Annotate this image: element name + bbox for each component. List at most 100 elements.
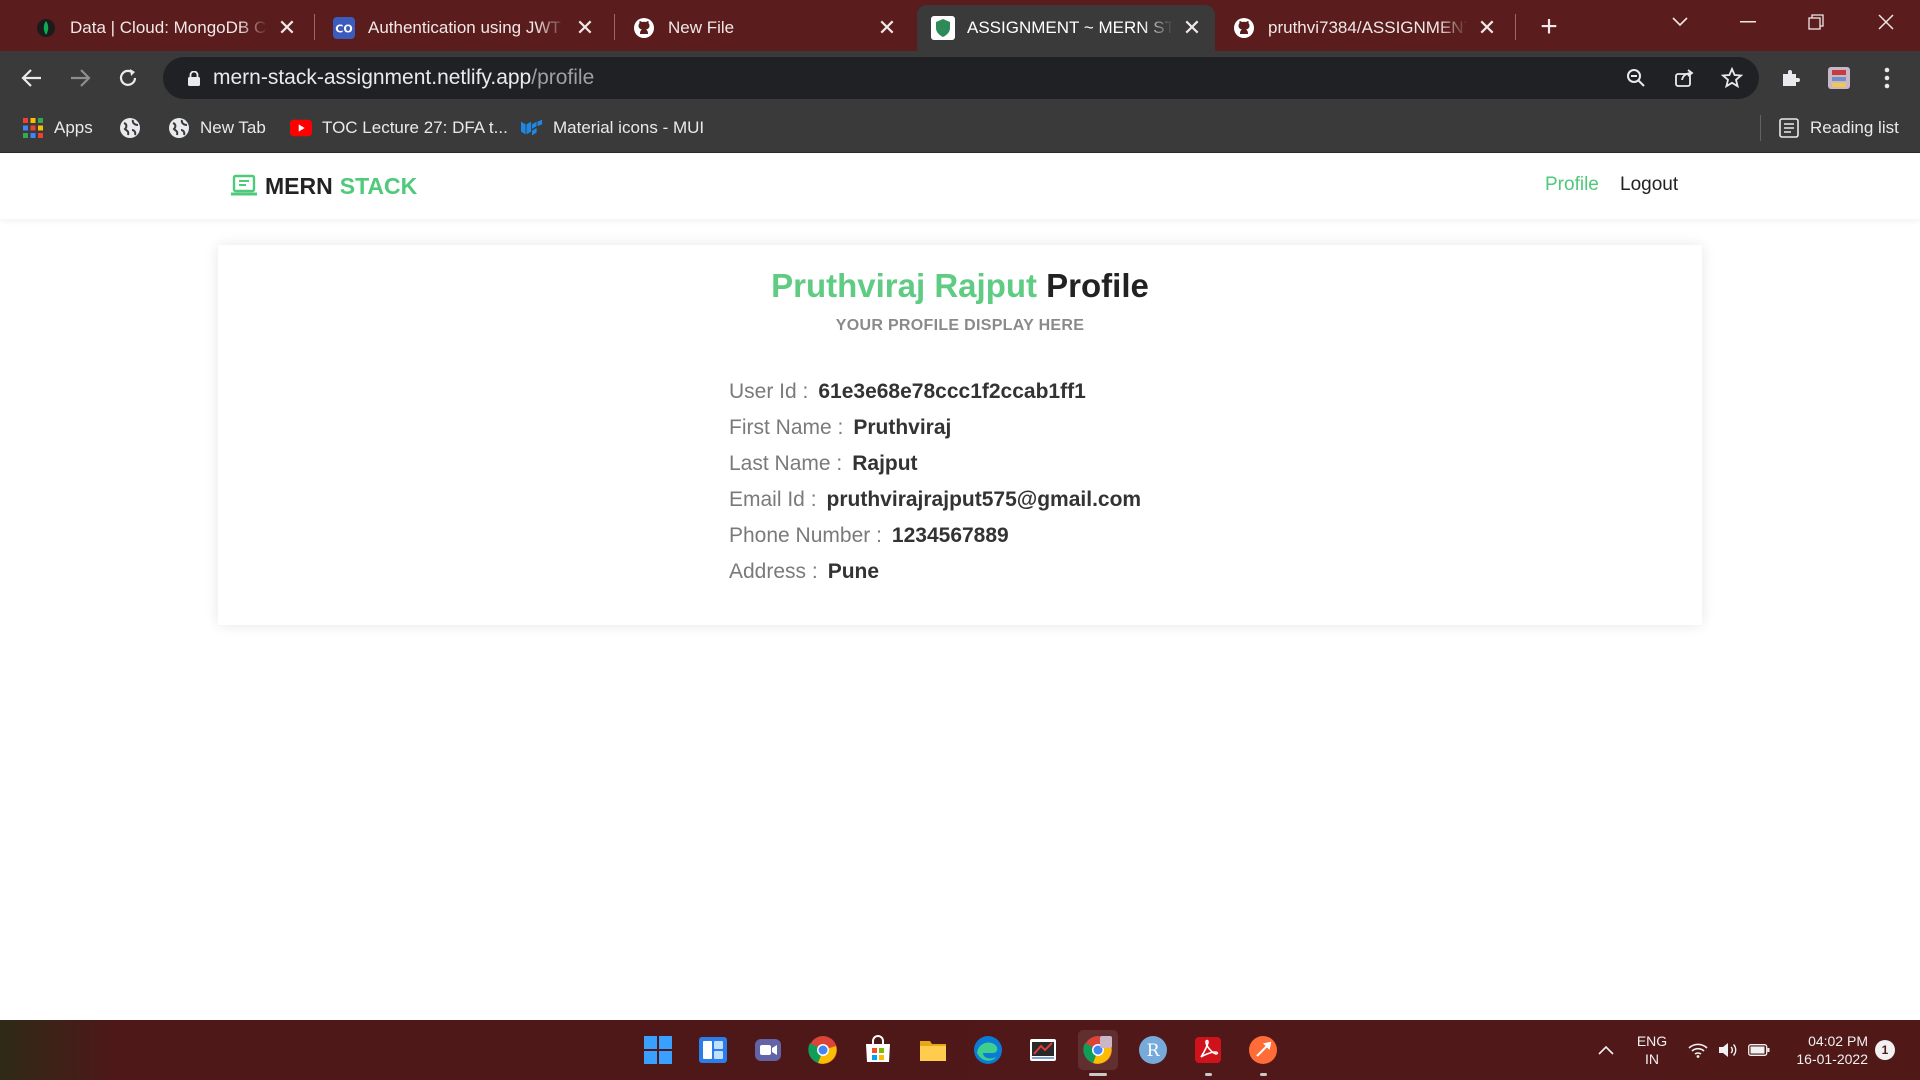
wifi-icon[interactable] bbox=[1688, 1020, 1708, 1080]
reload-icon[interactable] bbox=[108, 58, 148, 98]
close-tab-icon[interactable]: ✕ bbox=[876, 15, 898, 40]
profile-fields: User Id : 61e3e68e78ccc1f2ccab1ff1 First… bbox=[729, 374, 1141, 590]
profile-card: Pruthviraj Rajput Profile YOUR PROFILE D… bbox=[218, 245, 1702, 625]
github-icon bbox=[632, 16, 656, 40]
close-tab-icon[interactable]: ✕ bbox=[1181, 15, 1203, 40]
lock-icon[interactable] bbox=[179, 63, 209, 93]
tab-title: New File bbox=[668, 18, 735, 37]
new-tab-plus-icon[interactable]: + bbox=[1532, 10, 1566, 44]
tab-assignment-active[interactable]: ASSIGNMENT ~ MERN STACK ✕ bbox=[917, 5, 1215, 51]
field-value: 1234567889 bbox=[891, 524, 1009, 547]
globe-icon bbox=[119, 117, 141, 139]
chrome-icon[interactable] bbox=[803, 1030, 843, 1070]
region-code: IN bbox=[1645, 1051, 1659, 1067]
notification-badge[interactable]: 1 bbox=[1875, 1040, 1895, 1060]
reading-list-icon bbox=[1778, 117, 1800, 139]
system-clock[interactable]: 04:02 PM 16-01-2022 bbox=[1780, 1032, 1868, 1068]
tab-title: ASSIGNMENT ~ MERN STACK bbox=[967, 18, 1173, 37]
browser-toolbar: mern-stack-assignment.netlify.app/profil… bbox=[0, 51, 1920, 105]
field-value: pruthvirajrajput575@gmail.com bbox=[826, 488, 1142, 511]
tab-search-chevron-icon[interactable] bbox=[1650, 0, 1710, 44]
minimize-icon[interactable] bbox=[1718, 0, 1778, 44]
tab-jwt-auth[interactable]: CO Authentication using JWT in ✕ bbox=[318, 5, 608, 51]
field-label: Phone Number : bbox=[729, 524, 882, 547]
site-brand[interactable]: MERN STACK bbox=[230, 172, 417, 200]
nav-profile-link[interactable]: Profile bbox=[1545, 174, 1599, 196]
close-tab-icon[interactable]: ✕ bbox=[574, 15, 596, 40]
browser-tab-strip: Data | Cloud: MongoDB Cloud ✕ CO Authent… bbox=[0, 0, 1920, 51]
file-explorer-icon[interactable] bbox=[913, 1030, 953, 1070]
windows-start-icon[interactable] bbox=[638, 1030, 678, 1070]
field-value: 61e3e68e78ccc1f2ccab1ff1 bbox=[818, 380, 1086, 403]
bookmark-material-icons[interactable]: Material icons - MUI bbox=[521, 105, 704, 151]
profile-subtitle: YOUR PROFILE DISPLAY HERE bbox=[835, 317, 1085, 334]
nav-logout-link[interactable]: Logout bbox=[1620, 174, 1678, 196]
tab-mongodb[interactable]: Data | Cloud: MongoDB Cloud ✕ bbox=[20, 5, 310, 51]
chrome-menu-icon[interactable] bbox=[1870, 61, 1904, 95]
zoom-magnifier-icon[interactable] bbox=[1621, 63, 1651, 93]
tab-separator bbox=[1515, 14, 1516, 40]
url-path: /profile bbox=[531, 66, 595, 89]
field-value: Pune bbox=[827, 560, 880, 583]
edge-icon[interactable] bbox=[968, 1030, 1008, 1070]
acrobat-icon[interactable] bbox=[1188, 1030, 1228, 1070]
share-icon[interactable] bbox=[1669, 63, 1699, 93]
profile-avatar-icon[interactable] bbox=[1822, 61, 1856, 95]
field-email: Email Id : pruthvirajrajput575@gmail.com bbox=[729, 482, 1141, 518]
battery-icon[interactable] bbox=[1748, 1020, 1770, 1080]
svg-text:R: R bbox=[1147, 1041, 1161, 1061]
reading-list-button[interactable]: Reading list bbox=[1778, 105, 1899, 151]
extensions-puzzle-icon[interactable] bbox=[1774, 61, 1808, 95]
microsoft-store-icon[interactable] bbox=[858, 1030, 898, 1070]
field-value: Pruthviraj bbox=[853, 416, 952, 439]
url-text: mern-stack-assignment.netlify.app/profil… bbox=[213, 57, 594, 99]
profile-user-name: Pruthviraj Rajput bbox=[771, 267, 1037, 304]
teams-chat-icon[interactable] bbox=[748, 1030, 788, 1070]
bookmark-label: Material icons - MUI bbox=[553, 118, 705, 137]
back-arrow-icon[interactable] bbox=[12, 58, 52, 98]
bookmark-label: TOC Lecture 27: DFA t... bbox=[322, 118, 508, 137]
globe-icon bbox=[168, 117, 190, 139]
postman-icon[interactable] bbox=[1243, 1030, 1283, 1070]
tab-new-file[interactable]: New File ✕ bbox=[618, 5, 910, 51]
clock-time: 04:02 PM bbox=[1808, 1033, 1868, 1049]
clock-date: 16-01-2022 bbox=[1796, 1051, 1868, 1067]
chrome-profile-icon[interactable] bbox=[1078, 1030, 1118, 1070]
widgets-icon[interactable] bbox=[693, 1030, 733, 1070]
running-indicator bbox=[1089, 1073, 1107, 1076]
close-window-icon[interactable] bbox=[1856, 0, 1916, 44]
mongodb-leaf-icon bbox=[34, 16, 58, 40]
input-language[interactable]: ENG IN bbox=[1632, 1032, 1672, 1068]
language-code: ENG bbox=[1636, 1033, 1668, 1049]
tray-chevron-up-icon[interactable] bbox=[1598, 1020, 1614, 1080]
reading-list-label: Reading list bbox=[1810, 118, 1899, 137]
field-address: Address : Pune bbox=[729, 554, 1141, 590]
bookmark-apps[interactable]: Apps bbox=[22, 105, 93, 151]
restore-icon[interactable] bbox=[1786, 0, 1846, 44]
laptop-icon bbox=[230, 172, 258, 200]
tab-separator bbox=[314, 14, 315, 40]
field-label: Address : bbox=[729, 560, 818, 583]
volume-icon[interactable] bbox=[1718, 1020, 1738, 1080]
r-studio-icon[interactable]: R bbox=[1133, 1030, 1173, 1070]
snipping-tool-icon[interactable] bbox=[1023, 1030, 1063, 1070]
running-indicator bbox=[1260, 1073, 1267, 1076]
mui-icon bbox=[521, 117, 543, 139]
close-tab-icon[interactable]: ✕ bbox=[276, 15, 298, 40]
field-last-name: Last Name : Rajput bbox=[729, 446, 1141, 482]
bookmark-globe[interactable] bbox=[119, 105, 151, 151]
apps-grid-icon bbox=[22, 117, 44, 139]
tab-title: Authentication using JWT in bbox=[368, 18, 566, 37]
bookmark-label: Apps bbox=[54, 118, 93, 137]
profile-heading: Pruthviraj Rajput Profile bbox=[218, 267, 1702, 305]
forward-arrow-icon[interactable] bbox=[60, 58, 100, 98]
tab-github-repo[interactable]: pruthvi7384/ASSIGNMENT-MERN ✕ bbox=[1218, 5, 1510, 51]
github-icon bbox=[1232, 16, 1256, 40]
bookmark-new-tab[interactable]: New Tab bbox=[168, 105, 266, 151]
address-bar[interactable]: mern-stack-assignment.netlify.app/profil… bbox=[163, 57, 1759, 99]
tab-separator bbox=[614, 14, 615, 40]
bookmark-toc-lecture[interactable]: TOC Lecture 27: DFA t... bbox=[290, 105, 508, 151]
close-tab-icon[interactable]: ✕ bbox=[1476, 15, 1498, 40]
brand-first-word: MERN bbox=[265, 172, 333, 199]
bookmark-star-icon[interactable] bbox=[1717, 63, 1747, 93]
